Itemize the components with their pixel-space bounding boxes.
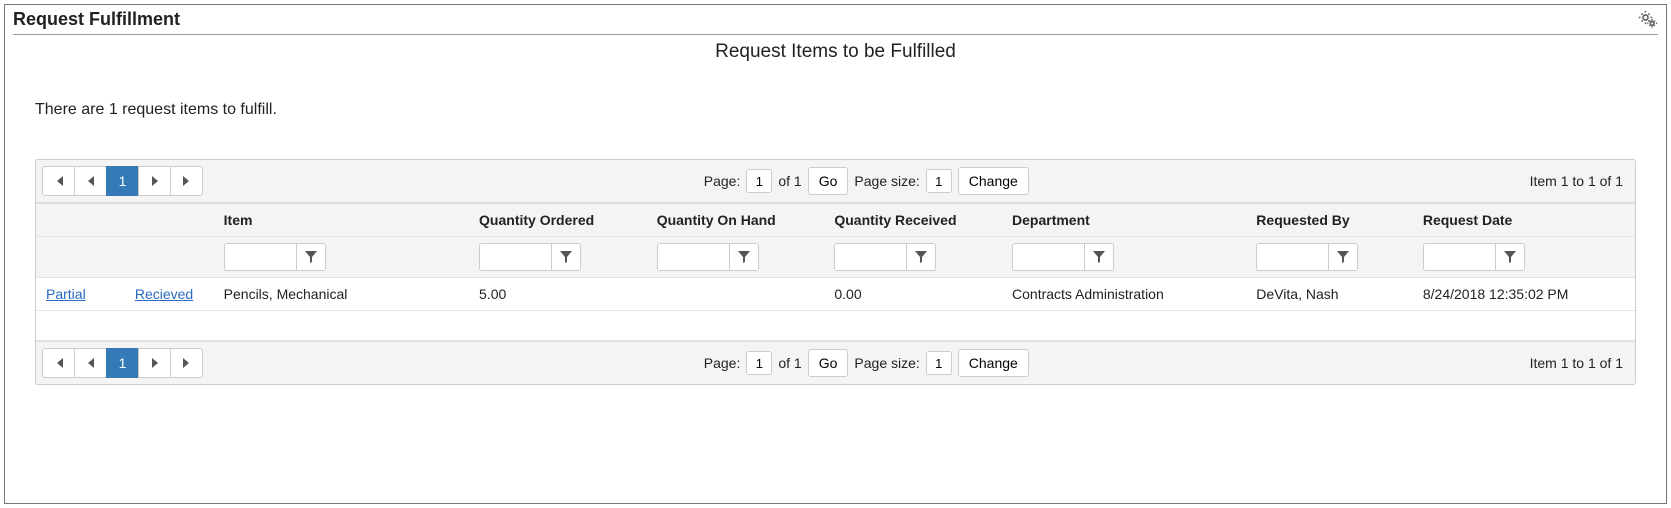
pager-size-label: Page size:	[854, 173, 919, 189]
pager-prev-button[interactable]	[74, 166, 107, 196]
pager-button-group: 1	[42, 166, 203, 196]
pager-go-button[interactable]: Go	[808, 349, 849, 377]
row-qty-received: 0.00	[824, 278, 1002, 311]
title-bar: Request Fulfillment	[13, 7, 1658, 35]
col-request-date[interactable]: Request Date	[1413, 204, 1635, 237]
pager-page-label: Page:	[704, 173, 741, 189]
filter-qtyoh-button[interactable]	[729, 243, 759, 271]
pager-page-input[interactable]	[746, 351, 772, 375]
page-title: Request Fulfillment	[13, 9, 180, 30]
col-item[interactable]: Item	[214, 204, 469, 237]
pager-page-1-button[interactable]: 1	[106, 166, 139, 196]
pager-next-button[interactable]	[138, 348, 171, 378]
pager-page-input[interactable]	[746, 169, 772, 193]
pager-first-button[interactable]	[42, 348, 75, 378]
row-received-link[interactable]: Recieved	[135, 286, 193, 302]
col-qty-received[interactable]: Quantity Received	[824, 204, 1002, 237]
row-request-date: 8/24/2018 12:35:02 PM	[1413, 278, 1635, 311]
filter-dept-input[interactable]	[1012, 243, 1084, 271]
filter-date-input[interactable]	[1423, 243, 1495, 271]
filter-reqby-input[interactable]	[1256, 243, 1328, 271]
col-requested-by[interactable]: Requested By	[1246, 204, 1413, 237]
filter-reqby-button[interactable]	[1328, 243, 1358, 271]
pager-first-button[interactable]	[42, 166, 75, 196]
filter-dept-button[interactable]	[1084, 243, 1114, 271]
pager-change-button[interactable]: Change	[958, 349, 1029, 377]
pager-go-button[interactable]: Go	[808, 167, 849, 195]
pager-center-controls: Page: of 1 Go Page size: Change	[203, 349, 1530, 377]
pager-page-label: Page:	[704, 355, 741, 371]
pager-bottom: 1 Page: of 1 Go Page size: Change Item 1…	[36, 341, 1635, 384]
pager-item-range: Item 1 to 1 of 1	[1530, 173, 1629, 189]
pager-top: 1 Page: of 1 Go Page size: Change Item 1…	[36, 160, 1635, 203]
pager-of-text: of 1	[778, 173, 801, 189]
page-subtitle: Request Items to be Fulfilled	[13, 35, 1658, 73]
items-table: Item Quantity Ordered Quantity On Hand Q…	[36, 203, 1635, 341]
table-row: Partial Recieved Pencils, Mechanical 5.0…	[36, 278, 1635, 311]
filter-qtyrec-button[interactable]	[906, 243, 936, 271]
filter-date-button[interactable]	[1495, 243, 1525, 271]
filter-qtyord-button[interactable]	[551, 243, 581, 271]
pager-next-button[interactable]	[138, 166, 171, 196]
pager-size-input[interactable]	[926, 351, 952, 375]
pager-button-group: 1	[42, 348, 203, 378]
pager-of-text: of 1	[778, 355, 801, 371]
info-text: There are 1 request items to fulfill.	[13, 73, 1658, 159]
pager-last-button[interactable]	[170, 348, 203, 378]
col-qty-ordered[interactable]: Quantity Ordered	[469, 204, 647, 237]
pager-size-label: Page size:	[854, 355, 919, 371]
grid-container: 1 Page: of 1 Go Page size: Change Item 1…	[35, 159, 1636, 385]
filter-item-button[interactable]	[296, 243, 326, 271]
col-action1	[36, 204, 125, 237]
settings-gear-icon[interactable]	[1638, 10, 1658, 30]
col-qty-on-hand[interactable]: Quantity On Hand	[647, 204, 825, 237]
row-item: Pencils, Mechanical	[214, 278, 469, 311]
row-requested-by: DeVita, Nash	[1246, 278, 1413, 311]
page-frame: Request Fulfillment Request Items to be …	[4, 4, 1667, 504]
row-qty-on-hand	[647, 278, 825, 311]
filter-qtyoh-input[interactable]	[657, 243, 729, 271]
pager-prev-button[interactable]	[74, 348, 107, 378]
pager-page-1-button[interactable]: 1	[106, 348, 139, 378]
col-action2	[125, 204, 214, 237]
filter-qtyord-input[interactable]	[479, 243, 551, 271]
pager-item-range: Item 1 to 1 of 1	[1530, 355, 1629, 371]
pager-last-button[interactable]	[170, 166, 203, 196]
filter-qtyrec-input[interactable]	[834, 243, 906, 271]
pager-change-button[interactable]: Change	[958, 167, 1029, 195]
col-department[interactable]: Department	[1002, 204, 1246, 237]
row-qty-ordered: 5.00	[469, 278, 647, 311]
pager-size-input[interactable]	[926, 169, 952, 193]
filter-item-input[interactable]	[224, 243, 296, 271]
row-partial-link[interactable]: Partial	[46, 286, 86, 302]
table-header-row: Item Quantity Ordered Quantity On Hand Q…	[36, 204, 1635, 237]
table-filter-row	[36, 237, 1635, 278]
row-department: Contracts Administration	[1002, 278, 1246, 311]
pager-center-controls: Page: of 1 Go Page size: Change	[203, 167, 1530, 195]
